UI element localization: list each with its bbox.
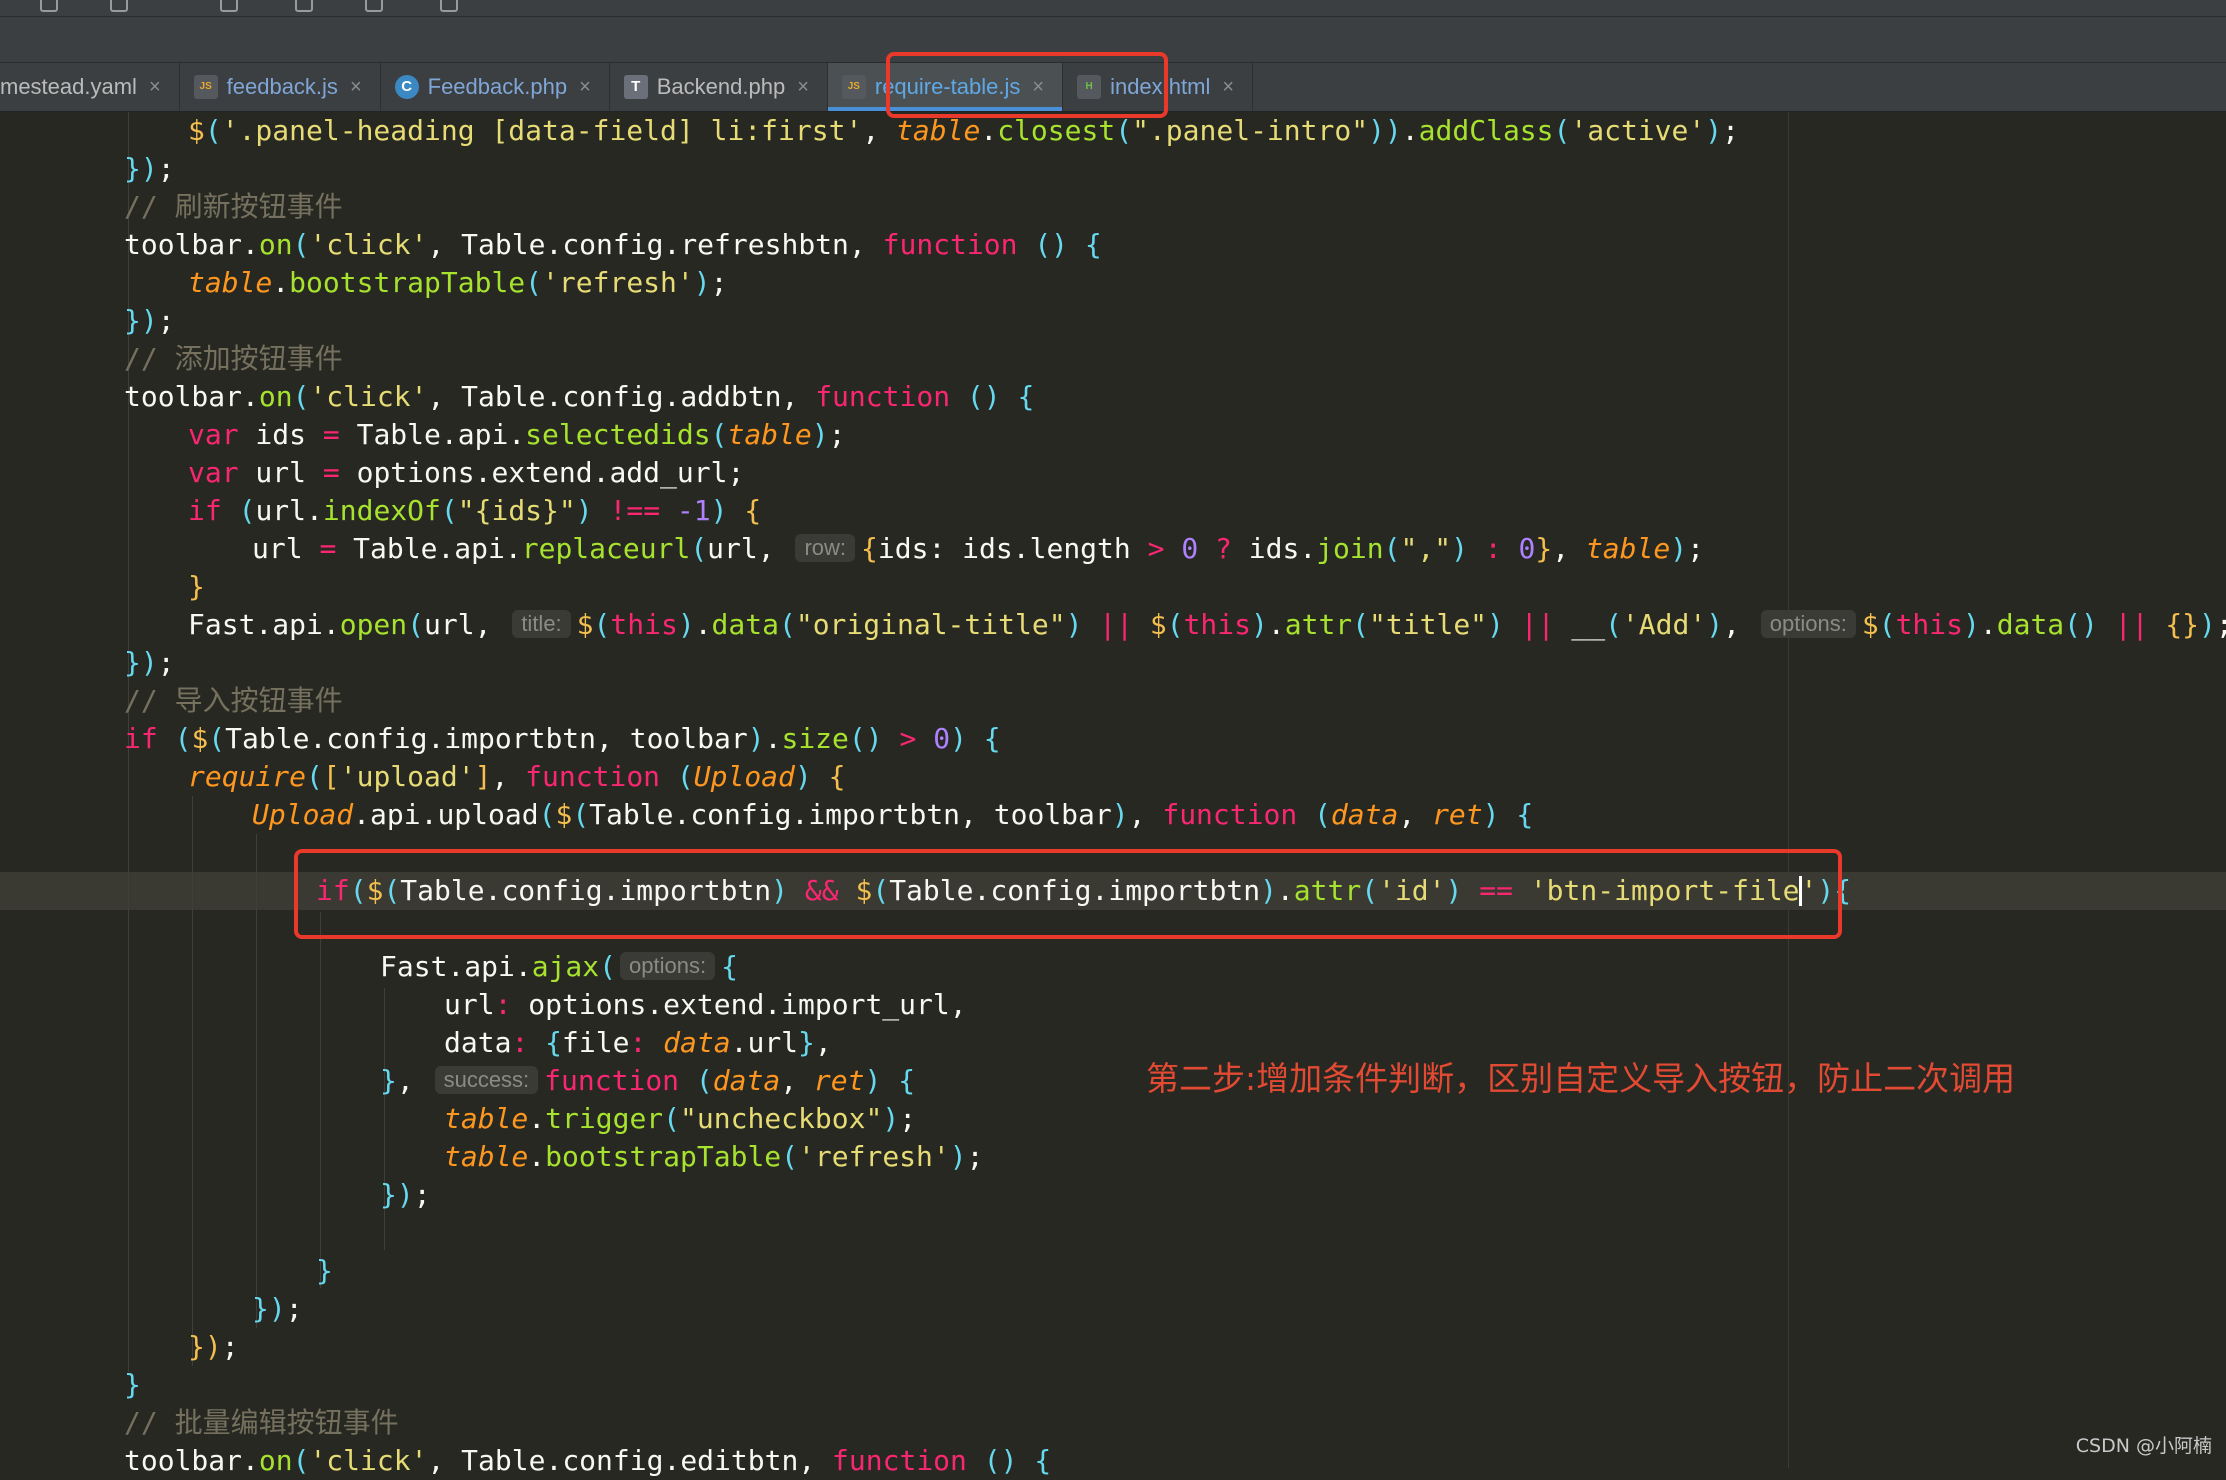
close-icon[interactable]: ×	[797, 76, 809, 99]
debug-icon[interactable]	[365, 0, 383, 12]
tab-label: Feedback.php	[427, 74, 568, 99]
right-margin-guide	[1788, 112, 1789, 1468]
code-line: table.trigger("uncheckbox");	[444, 1102, 917, 1135]
redo-icon[interactable]	[110, 0, 128, 12]
close-icon[interactable]: ×	[579, 76, 591, 99]
step-annotation: 第二步:增加条件判断，区别自定义导入按钮，防止二次调用	[1146, 1059, 2016, 1098]
param-hint-row: row:	[795, 534, 856, 562]
close-icon[interactable]: ×	[1222, 76, 1234, 99]
tab-homestead-yaml[interactable]: mestead.yaml ×	[0, 63, 180, 111]
param-hint-title: title:	[512, 610, 571, 638]
code-line: url: options.extend.import_url,	[444, 988, 967, 1021]
code-comment: // 导入按钮事件	[124, 684, 343, 717]
code-editor[interactable]: $('.panel-heading [data-field] li:first'…	[0, 112, 2226, 1477]
condition-highlight-box	[294, 849, 1842, 939]
code-line: });	[380, 1178, 431, 1211]
tab-label: mestead.yaml	[0, 74, 137, 99]
js-file-icon: JS	[841, 75, 866, 99]
code-line: }, success: function (data, ret) {	[380, 1064, 916, 1097]
watermark: CSDN @小阿楠	[2075, 1435, 2212, 1457]
tab-backend-php[interactable]: T Backend.php ×	[610, 63, 828, 111]
indent-guide	[192, 796, 193, 1366]
code-comment: // 批量编辑按钮事件	[124, 1406, 399, 1439]
main-toolbar	[0, 0, 2226, 17]
param-hint-options: options:	[1760, 610, 1856, 638]
param-hint-options: options:	[620, 952, 716, 980]
code-line: });	[124, 152, 175, 185]
code-line: toolbar.on('click', Table.config.refresh…	[124, 228, 1102, 261]
git-icon[interactable]	[440, 0, 458, 12]
undo-icon[interactable]	[40, 0, 58, 12]
code-line: toolbar.on('click', Table.config.addbtn,…	[124, 380, 1035, 413]
code-line: if (url.indexOf("{ids}") !== -1) {	[188, 494, 762, 527]
indent-guide	[320, 912, 321, 1288]
close-icon[interactable]: ×	[350, 76, 362, 99]
code-line: toolbar.on('click', Table.config.editbtn…	[124, 1444, 1052, 1477]
code-line: table.bootstrapTable('refresh');	[444, 1140, 984, 1173]
code-line: // 批量编辑按钮事件	[124, 1404, 399, 1442]
code-line: if ($(Table.config.importbtn, toolbar).s…	[124, 722, 1001, 755]
code-line: }	[316, 1254, 333, 1287]
code-line: });	[124, 646, 175, 679]
code-line: });	[188, 1330, 239, 1363]
js-file-icon: JS	[193, 75, 218, 99]
code-line: // 导入按钮事件	[124, 682, 343, 720]
param-hint-success: success:	[434, 1066, 539, 1094]
code-line: }	[188, 570, 205, 603]
code-line: });	[252, 1292, 303, 1325]
tab-feedback-js[interactable]: JS feedback.js ×	[180, 63, 381, 111]
code-line: // 刷新按钮事件	[124, 188, 343, 226]
code-line: data: {file: data.url},	[444, 1026, 832, 1059]
code-line: table.bootstrapTable('refresh');	[188, 266, 728, 299]
code-line: Fast.api.ajax(options:{	[380, 950, 738, 983]
code-line: }	[124, 1368, 141, 1401]
active-tab-highlight-box	[886, 52, 1168, 118]
run-icon[interactable]	[295, 0, 313, 12]
code-line: require(['upload'], function (Upload) {	[188, 760, 846, 793]
code-line: var url = options.extend.add_url;	[188, 456, 745, 489]
tab-feedback-php[interactable]: C Feedback.php ×	[381, 63, 610, 111]
code-comment: // 添加按钮事件	[124, 342, 343, 375]
close-icon[interactable]: ×	[149, 76, 161, 99]
php-class-icon: C	[394, 75, 419, 99]
php-file-icon: T	[623, 75, 648, 99]
build-icon[interactable]	[220, 0, 238, 12]
tab-label: Backend.php	[656, 74, 786, 99]
tab-label: feedback.js	[226, 74, 338, 99]
code-line: // 添加按钮事件	[124, 340, 343, 378]
code-line: var ids = Table.api.selectedids(table);	[188, 418, 846, 451]
code-line: });	[124, 304, 175, 337]
code-line: Fast.api.open(url, title: $(this).data("o…	[188, 608, 2226, 641]
indent-guide	[256, 834, 257, 1328]
code-comment: // 刷新按钮事件	[124, 190, 343, 223]
code-line: Upload.api.upload($(Table.config.importb…	[252, 798, 1534, 831]
code-line: url = Table.api.replaceurl(url, row: {ids…	[252, 532, 1704, 565]
